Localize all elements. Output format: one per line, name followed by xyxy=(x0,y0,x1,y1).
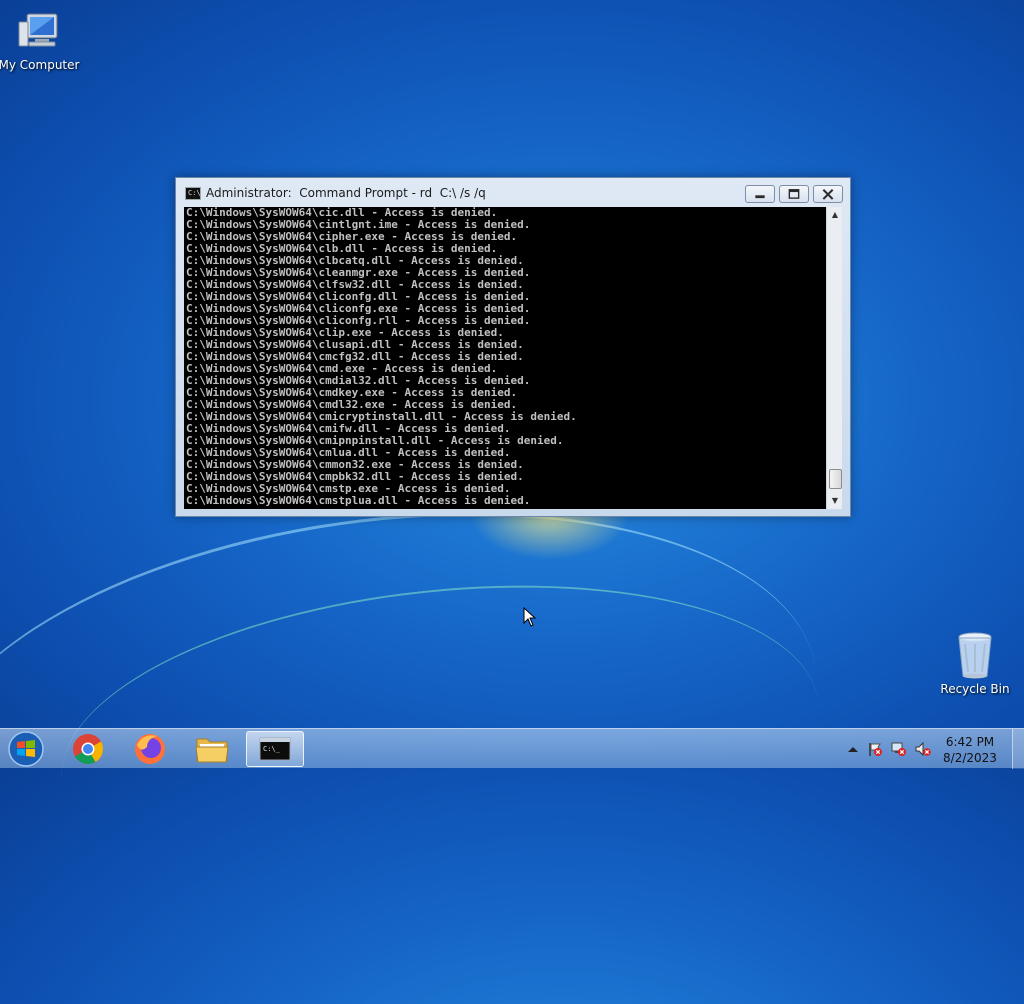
window-title: Administrator: Command Prompt - rd C:\ /… xyxy=(206,186,486,200)
computer-icon xyxy=(15,8,63,56)
scroll-up-arrow-icon[interactable]: ▲ xyxy=(827,207,843,223)
scroll-thumb[interactable] xyxy=(829,469,842,489)
console-lines: C:\Windows\SysWOW64\cic.dll - Access is … xyxy=(186,207,577,507)
clock[interactable]: 6:42 PM 8/2/2023 xyxy=(935,734,1005,766)
maximize-button[interactable] xyxy=(779,185,809,203)
desktop-icon-my-computer[interactable]: My Computer xyxy=(0,8,84,72)
taskbar: C:\_ 6:42 PM 8/2/2023 xyxy=(0,728,1024,769)
taskbar-chrome-button[interactable] xyxy=(61,731,115,767)
chrome-icon xyxy=(73,734,104,765)
minimize-button[interactable] xyxy=(745,185,775,203)
mouse-cursor-icon xyxy=(523,607,537,627)
windows-start-icon xyxy=(8,731,44,767)
start-button[interactable] xyxy=(6,730,46,768)
cmd-icon: C:\ xyxy=(185,187,201,200)
recycle-bin-icon xyxy=(951,630,999,680)
minimize-icon xyxy=(755,195,765,199)
scroll-down-arrow-icon[interactable]: ▼ xyxy=(827,493,843,509)
clock-date: 8/2/2023 xyxy=(943,751,997,765)
title-bar[interactable]: C:\ Administrator: Command Prompt - rd C… xyxy=(176,178,850,208)
close-icon xyxy=(822,189,834,200)
cmd-window[interactable]: C:\ Administrator: Command Prompt - rd C… xyxy=(175,177,851,517)
desktop-icon-label: My Computer xyxy=(0,58,80,72)
folder-icon xyxy=(195,738,229,763)
desktop-icon-label: Recycle Bin xyxy=(940,682,1010,696)
clock-time: 6:42 PM xyxy=(945,735,995,749)
volume-muted-icon[interactable] xyxy=(915,741,931,757)
maximize-icon xyxy=(788,189,800,199)
console-line: C:\Windows\SysWOW64\cmstplua.dll - Acces… xyxy=(186,494,531,507)
close-button[interactable] xyxy=(813,185,843,203)
console-output[interactable]: C:\Windows\SysWOW64\cic.dll - Access is … xyxy=(184,207,826,509)
chevron-up-icon[interactable] xyxy=(845,741,861,757)
action-center-flag-icon[interactable] xyxy=(867,741,883,757)
desktop-icon-recycle-bin[interactable]: Recycle Bin xyxy=(930,630,1020,696)
network-icon[interactable] xyxy=(891,741,907,757)
taskbar-cmd-button[interactable]: C:\_ xyxy=(246,731,304,767)
show-desktop-button[interactable] xyxy=(1012,729,1024,769)
vertical-scrollbar[interactable]: ▲ ▼ xyxy=(826,207,842,509)
firefox-icon xyxy=(135,734,165,764)
taskbar-explorer-button[interactable] xyxy=(185,731,239,767)
svg-text:C:\_: C:\_ xyxy=(263,745,281,753)
taskbar-firefox-button[interactable] xyxy=(123,731,177,767)
cmd-icon: C:\_ xyxy=(259,737,291,761)
